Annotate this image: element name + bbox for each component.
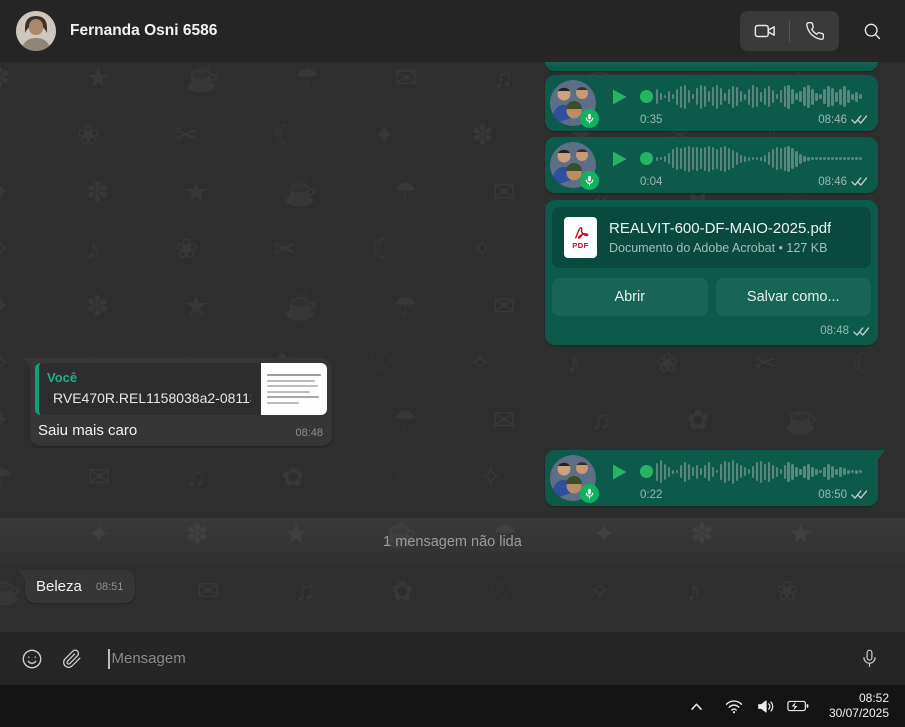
double-check-icon — [853, 326, 869, 337]
battery-charging-icon — [787, 699, 809, 713]
playhead-handle[interactable] — [640, 465, 653, 478]
message-text: Beleza — [36, 578, 82, 595]
clock-date: 30/07/2025 — [829, 706, 889, 721]
mic-badge-icon — [580, 171, 599, 190]
wifi-icon — [725, 699, 743, 714]
waveform[interactable] — [656, 143, 867, 175]
search-button[interactable] — [855, 14, 889, 48]
wifi-status-button[interactable] — [720, 691, 749, 721]
contact-avatar-image — [16, 11, 56, 51]
quote-texts: Você RVE470R.REL1158038a2-081136.pdf — [39, 363, 261, 415]
double-check-icon — [851, 114, 867, 125]
message-time: 08:51 — [96, 581, 124, 593]
voice-message: 0:35 08:46 — [545, 75, 878, 131]
chevron-up-icon — [690, 702, 703, 711]
message-time: 08:48 — [295, 427, 323, 439]
windows-taskbar: 08:52 30/07/2025 — [0, 685, 905, 727]
play-button[interactable] — [608, 461, 630, 483]
voice-call-icon — [805, 21, 825, 41]
contact-avatar[interactable] — [16, 11, 56, 51]
message-time: 08:48 — [820, 325, 849, 337]
double-check-icon — [851, 176, 867, 187]
sender-avatar[interactable] — [550, 455, 596, 501]
unread-divider-label: 1 mensagem não lida — [383, 534, 522, 550]
search-icon — [862, 21, 882, 41]
message-text: Saiu mais caro — [38, 422, 137, 439]
open-button[interactable]: Abrir — [552, 278, 708, 316]
video-call-icon — [754, 20, 776, 42]
battery-status-button[interactable] — [784, 691, 813, 721]
voice-duration: 0:22 — [640, 489, 662, 501]
document-texts: REALVIT-600-DF-MAIO-2025.pdf Documento d… — [609, 220, 831, 255]
voice-duration: 0:35 — [640, 114, 662, 126]
chat-header: Fernanda Osni 6586 — [0, 0, 905, 62]
document-message: PDF REALVIT-600-DF-MAIO-2025.pdf Documen… — [545, 200, 878, 345]
sender-avatar[interactable] — [550, 142, 596, 188]
pdf-type-label: PDF — [572, 241, 589, 250]
unread-divider: 1 mensagem não lida — [0, 518, 905, 566]
message-time: 08:50 — [818, 489, 847, 501]
volume-icon — [757, 699, 775, 714]
video-call-button[interactable] — [740, 11, 789, 51]
voice-player: 0:35 08:46 — [608, 81, 873, 126]
play-button[interactable] — [608, 148, 630, 170]
tray-overflow-button[interactable] — [682, 691, 711, 721]
sender-avatar[interactable] — [550, 80, 596, 126]
document-thumbnail — [261, 363, 327, 415]
document-filename: REALVIT-600-DF-MAIO-2025.pdf — [609, 220, 831, 237]
document-meta: Documento do Adobe Acrobat • 127 KB — [609, 241, 831, 255]
emoji-button[interactable] — [12, 639, 52, 679]
volume-status-button[interactable] — [752, 691, 781, 721]
voice-player: 0:04 08:46 — [608, 143, 873, 188]
waveform[interactable] — [656, 456, 867, 488]
play-button[interactable] — [608, 86, 630, 108]
message-time: 08:46 — [818, 114, 847, 126]
header-actions — [740, 11, 889, 51]
call-button-group — [740, 11, 839, 51]
document-actions: Abrir Salvar como... — [552, 278, 871, 316]
reply-message: Você RVE470R.REL1158038a2-081136.pdf — [30, 358, 332, 446]
mic-badge-icon — [580, 484, 599, 503]
message-bubble-partial — [545, 62, 878, 71]
waveform[interactable] — [656, 81, 867, 113]
attach-icon — [62, 649, 82, 669]
pdf-file-icon: PDF — [564, 217, 597, 258]
clock-time: 08:52 — [829, 691, 889, 706]
voice-duration: 0:04 — [640, 176, 662, 188]
text-message: Beleza 08:51 — [25, 570, 135, 603]
save-as-button[interactable]: Salvar como... — [716, 278, 872, 316]
double-check-icon — [851, 489, 867, 500]
message-time: 08:46 — [818, 176, 847, 188]
mic-badge-icon — [580, 109, 599, 128]
taskbar-clock[interactable]: 08:52 30/07/2025 — [825, 689, 893, 723]
voice-call-button[interactable] — [790, 11, 839, 51]
playhead-handle[interactable] — [640, 152, 653, 165]
voice-player: 0:22 08:50 — [608, 456, 873, 501]
whatsapp-window: Fernanda Osni 6586 — [0, 0, 905, 727]
playhead-handle[interactable] — [640, 90, 653, 103]
mic-icon — [860, 649, 879, 668]
message-input[interactable] — [110, 650, 850, 667]
emoji-icon — [21, 648, 43, 670]
chat-message-area: ✽ ★ ☕ ☂ ✉ ♫ ✿ ♡ ✧ ♪ ❀ ✂ ☾ ✦ ✽ ★ ✂ ☾ ✦ ✽ … — [0, 62, 905, 632]
quoted-message[interactable]: Você RVE470R.REL1158038a2-081136.pdf — [35, 363, 327, 415]
attach-button[interactable] — [52, 639, 92, 679]
document-row[interactable]: PDF REALVIT-600-DF-MAIO-2025.pdf Documen… — [552, 207, 871, 268]
contact-name[interactable]: Fernanda Osni 6586 — [70, 22, 217, 40]
quote-author: Você — [47, 370, 251, 385]
voice-message: 0:22 08:50 — [545, 450, 878, 506]
voice-record-button[interactable] — [849, 639, 889, 679]
voice-message: 0:04 08:46 — [545, 137, 878, 193]
message-composer — [0, 632, 905, 685]
quote-filename: RVE470R.REL1158038a2-081136.pdf — [53, 390, 251, 406]
